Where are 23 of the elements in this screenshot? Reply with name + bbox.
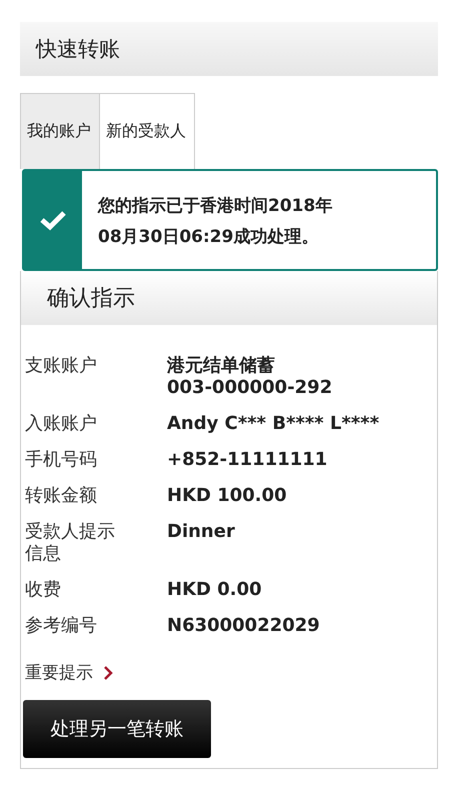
important-notice-link[interactable]: 重要提示	[25, 661, 113, 684]
success-message: 您的指示已于香港时间2018年 08月30日06:29成功处理。	[96, 195, 334, 249]
field-value: N63000022029	[167, 615, 320, 637]
chevron-right-icon	[103, 664, 113, 680]
field-value: 港元结单储蓄 003-000000-292	[167, 355, 332, 399]
field-label: 参考编号	[25, 615, 98, 637]
tab[interactable]: 新的受款人	[100, 93, 195, 169]
section-title: 确认指示	[47, 285, 135, 313]
field-label: 入账账户	[25, 413, 98, 435]
field-value: Andy C*** B**** L****	[167, 413, 380, 435]
field-value: +852-11111111	[167, 449, 328, 471]
field-label: 收费	[25, 579, 62, 601]
checkmark-icon	[39, 209, 67, 231]
field-label: 手机号码	[25, 449, 98, 471]
field-value: Dinner	[167, 521, 235, 544]
field-label: 转账金额	[25, 485, 98, 507]
field-label: 受款人提示信息	[25, 521, 116, 565]
field-value: HKD 100.00	[167, 485, 287, 507]
new-transfer-button[interactable]: 处理另一笔转账	[23, 700, 211, 758]
page-title: 快速转账	[36, 36, 120, 63]
tab[interactable]: 我的账户	[20, 93, 100, 169]
field-label: 支账账户	[25, 355, 98, 378]
field-value: HKD 0.00	[167, 579, 262, 601]
